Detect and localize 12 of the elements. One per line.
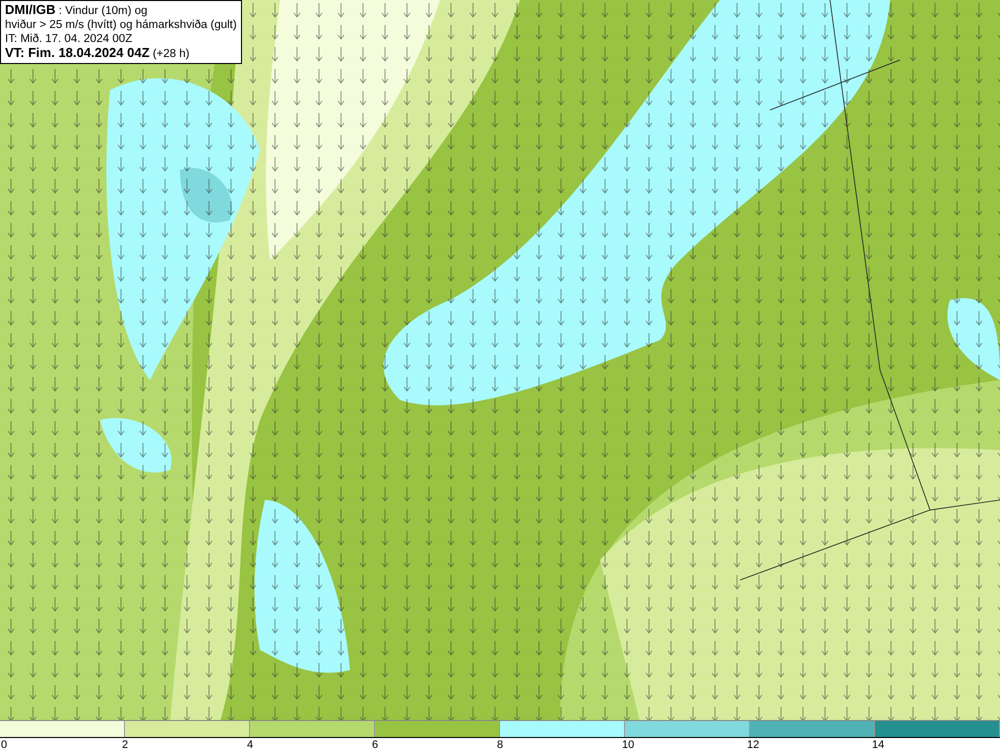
title-line: DMI/IGB : Vindur (10m) og <box>5 3 148 18</box>
legend-label: 4 <box>247 738 254 753</box>
legend-label: 12 <box>747 738 760 753</box>
legend-label: 0 <box>1 738 8 753</box>
legend-label: 14 <box>872 738 884 753</box>
title-line: VT: Fim. 18.04.2024 04Z (+28 h) <box>5 46 190 61</box>
legend-label: 10 <box>622 738 634 753</box>
title-line: IT: Mið. 17. 04. 2024 00Z <box>5 32 134 46</box>
title-line: hviður > 25 m/s (hvítt) og hámarkshviða (gult) <box>5 18 237 32</box>
legend-label: 6 <box>372 738 378 753</box>
legend-label: 2 <box>122 738 128 753</box>
legend-label: 8 <box>497 738 504 753</box>
